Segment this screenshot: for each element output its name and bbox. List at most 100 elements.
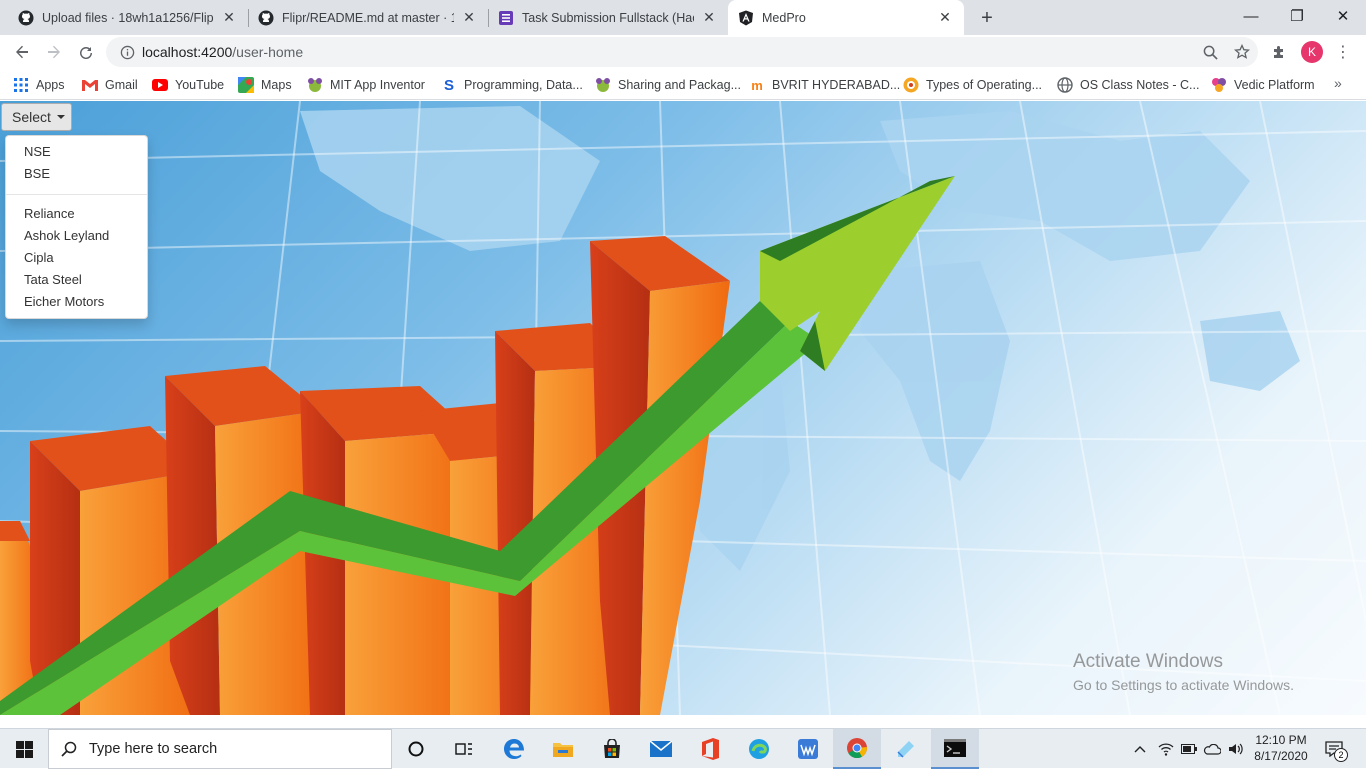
dropdown-item-cipla[interactable]: Cipla bbox=[6, 247, 147, 269]
bookmarks-bar: Apps Gmail YouTube Maps MIT App Inventor… bbox=[0, 69, 1366, 100]
bookmark-label: YouTube bbox=[175, 78, 225, 92]
bookmark-types-of-os[interactable]: Types of Operating... bbox=[903, 75, 1042, 95]
github-icon bbox=[258, 10, 274, 26]
edge-icon[interactable] bbox=[490, 729, 538, 769]
info-icon[interactable] bbox=[112, 45, 142, 60]
close-icon[interactable]: ✕ bbox=[460, 9, 478, 27]
wifi-icon[interactable] bbox=[1155, 729, 1177, 769]
taskbar-search-box[interactable]: Type here to search bbox=[48, 729, 392, 769]
moodle-icon: m bbox=[751, 77, 763, 93]
vedic-icon bbox=[1211, 77, 1227, 93]
tab-readme[interactable]: Flipr/README.md at master · 18wh ✕ bbox=[248, 0, 488, 35]
gmail-icon bbox=[82, 77, 98, 93]
user-home-page: Select NSE BSE Reliance Ashok Leyland Ci… bbox=[0, 101, 1366, 715]
select-dropdown-button[interactable]: Select bbox=[1, 103, 72, 131]
back-button[interactable] bbox=[9, 39, 35, 65]
address-bar[interactable]: localhost:4200/user-home bbox=[106, 37, 1258, 67]
windows-taskbar: Type here to search 12:10 PM 8/17/2020 2 bbox=[0, 728, 1366, 769]
bookmark-gmail[interactable]: Gmail bbox=[82, 75, 138, 95]
scaler-icon: S bbox=[443, 76, 454, 94]
activate-windows-watermark: Activate Windows Go to Settings to activ… bbox=[1073, 651, 1294, 693]
globe-icon bbox=[1057, 77, 1073, 93]
bookmark-label: Apps bbox=[36, 78, 65, 92]
search-placeholder: Type here to search bbox=[89, 741, 218, 757]
terminal-icon[interactable] bbox=[931, 729, 979, 769]
search-icon bbox=[49, 741, 89, 757]
forward-arrow-icon bbox=[48, 45, 60, 59]
action-center-icon[interactable]: 2 bbox=[1322, 738, 1348, 762]
bookmark-label: Vedic Platform bbox=[1234, 78, 1315, 92]
forward-button[interactable] bbox=[41, 39, 67, 65]
notepad-icon[interactable] bbox=[882, 729, 930, 769]
github-icon bbox=[18, 10, 34, 26]
bookmark-label: Programming, Data... bbox=[464, 78, 583, 92]
bookmark-apps[interactable]: Apps bbox=[13, 75, 65, 95]
maximize-button[interactable]: ❐ bbox=[1274, 0, 1320, 32]
bookmarks-overflow-icon[interactable]: » bbox=[1334, 75, 1342, 91]
close-icon[interactable]: ✕ bbox=[220, 9, 238, 27]
mail-icon[interactable] bbox=[637, 729, 685, 769]
task-view-icon[interactable] bbox=[440, 729, 488, 769]
tab-upload-files[interactable]: Upload files · 18wh1a1256/Flipr ✕ bbox=[8, 0, 248, 35]
caret-down-icon bbox=[56, 115, 65, 119]
dropdown-item-tata-steel[interactable]: Tata Steel bbox=[6, 269, 147, 291]
select-label: Select bbox=[12, 109, 51, 125]
profile-avatar[interactable]: K bbox=[1301, 41, 1323, 63]
activate-title: Activate Windows bbox=[1073, 651, 1223, 672]
store-icon[interactable] bbox=[588, 729, 636, 769]
kebab-menu-icon[interactable]: ⋮ bbox=[1333, 41, 1353, 63]
reload-icon bbox=[80, 47, 93, 60]
windows-logo-icon bbox=[15, 740, 33, 758]
dropdown-item-eicher-motors[interactable]: Eicher Motors bbox=[6, 291, 147, 313]
file-explorer-icon[interactable] bbox=[539, 729, 587, 769]
bookmark-programming[interactable]: S Programming, Data... bbox=[441, 75, 583, 95]
bookmark-vedic-platform[interactable]: Vedic Platform bbox=[1211, 75, 1315, 95]
close-icon[interactable]: ✕ bbox=[700, 9, 718, 27]
window-close-button[interactable]: ✕ bbox=[1320, 0, 1366, 32]
minimize-button[interactable]: — bbox=[1228, 0, 1274, 32]
dropdown-item-nse[interactable]: NSE bbox=[6, 141, 147, 163]
forms-icon bbox=[498, 10, 514, 26]
clock-time: 12:10 PM bbox=[1255, 733, 1307, 747]
url-host: localhost:4200 bbox=[142, 44, 233, 60]
tab-title: Upload files · 18wh1a1256/Flipr bbox=[42, 10, 214, 25]
bookmark-os-notes[interactable]: OS Class Notes - C... bbox=[1057, 75, 1199, 95]
new-tab-button[interactable]: + bbox=[974, 5, 1000, 31]
bookmark-sharing-packaging[interactable]: Sharing and Packag... bbox=[595, 75, 741, 95]
reload-button[interactable] bbox=[73, 39, 99, 65]
wps-icon[interactable] bbox=[784, 729, 832, 769]
onedrive-cloud-icon[interactable] bbox=[1201, 729, 1223, 769]
battery-icon[interactable] bbox=[1178, 729, 1200, 769]
clock-date: 8/17/2020 bbox=[1254, 749, 1308, 763]
show-hidden-icons-chevron-icon[interactable] bbox=[1130, 729, 1150, 769]
bookmark-mit-app-inventor[interactable]: MIT App Inventor bbox=[307, 75, 425, 95]
star-icon[interactable] bbox=[1226, 44, 1258, 60]
back-arrow-icon bbox=[16, 45, 28, 59]
bookmark-youtube[interactable]: YouTube bbox=[152, 75, 224, 95]
cortana-icon[interactable] bbox=[392, 729, 440, 769]
extensions-puzzle-icon[interactable] bbox=[1268, 41, 1290, 63]
bookmark-maps[interactable]: Maps bbox=[238, 75, 292, 95]
zoom-icon[interactable] bbox=[1194, 45, 1226, 60]
bookmark-label: BVRIT HYDERABAD... bbox=[772, 78, 901, 92]
edge-beta-icon[interactable] bbox=[735, 729, 783, 769]
chrome-icon[interactable] bbox=[833, 729, 881, 769]
bookmark-label: Maps bbox=[261, 78, 292, 92]
dropdown-item-reliance[interactable]: Reliance bbox=[6, 203, 147, 225]
close-icon[interactable]: ✕ bbox=[936, 9, 954, 27]
office-icon[interactable] bbox=[686, 729, 734, 769]
bookmark-label: Types of Operating... bbox=[926, 78, 1043, 92]
tab-medpro[interactable]: MedPro ✕ bbox=[728, 0, 964, 35]
notification-count: 2 bbox=[1334, 748, 1348, 762]
tab-title: Flipr/README.md at master · 18wh bbox=[282, 10, 454, 25]
dropdown-item-ashok-leyland[interactable]: Ashok Leyland bbox=[6, 225, 147, 247]
tab-task-submission[interactable]: Task Submission Fullstack (Hacka ✕ bbox=[488, 0, 728, 35]
bookmark-bvrit[interactable]: m BVRIT HYDERABAD... bbox=[749, 75, 900, 95]
system-clock[interactable]: 12:10 PM 8/17/2020 bbox=[1244, 732, 1318, 764]
url-path: /user-home bbox=[232, 44, 304, 60]
url-text: localhost:4200/user-home bbox=[142, 44, 1194, 60]
bookmark-label: Sharing and Packag... bbox=[618, 78, 741, 92]
dropdown-item-bse[interactable]: BSE bbox=[6, 163, 147, 185]
angular-icon bbox=[738, 10, 754, 26]
start-button[interactable] bbox=[0, 729, 48, 769]
